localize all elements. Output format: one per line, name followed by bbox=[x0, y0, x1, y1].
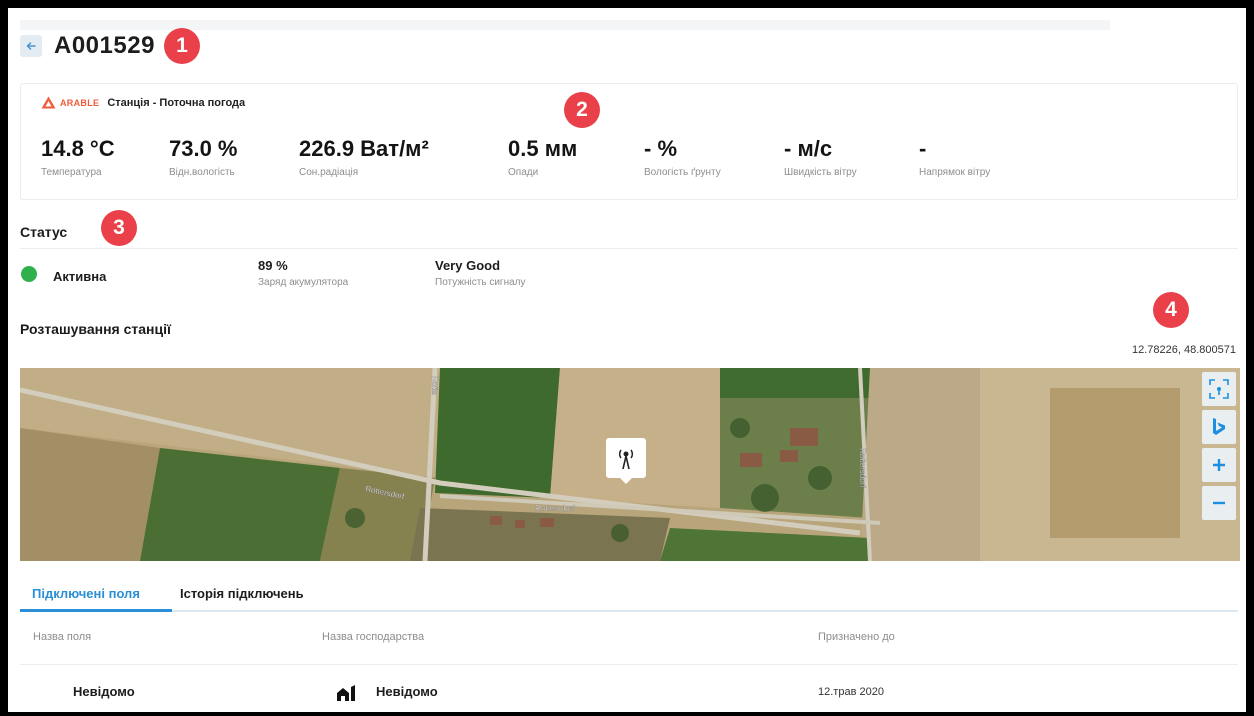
weather-card-header: ARABLE Станція - Поточна погода bbox=[41, 96, 245, 109]
cell-farm-name[interactable]: Невідомо bbox=[376, 684, 438, 699]
signal-label: Потужність сигналу bbox=[435, 277, 526, 288]
metric-value: - % bbox=[644, 136, 677, 161]
metric-value: 14.8 °C bbox=[41, 136, 115, 161]
callout-marker-4: 4 bbox=[1153, 292, 1189, 328]
callout-marker-2: 2 bbox=[564, 92, 600, 128]
tab-connected-fields[interactable]: Підключені поля bbox=[32, 586, 140, 601]
cell-assigned-date: 12.трав 2020 bbox=[818, 686, 884, 698]
cell-field-name[interactable]: Невідомо bbox=[73, 684, 135, 699]
station-pin[interactable] bbox=[606, 438, 646, 484]
zoom-in-icon bbox=[1213, 459, 1225, 471]
locate-button[interactable] bbox=[1202, 372, 1236, 406]
metric-temperature: 14.8 °C Температура bbox=[41, 136, 115, 178]
map-toolbar bbox=[1202, 372, 1236, 520]
metric-label: Температура bbox=[41, 167, 102, 178]
metric-value: 226.9 Ват/м² bbox=[299, 136, 429, 161]
road-label: Rottersdorf bbox=[535, 504, 575, 513]
locate-icon bbox=[1209, 379, 1229, 399]
metric-humidity: 73.0 % Відн.вологість bbox=[169, 136, 238, 178]
road-label: Rotte bbox=[430, 376, 439, 396]
metric-label: Швидкість вітру bbox=[784, 167, 857, 178]
page-header: A001529 bbox=[20, 30, 155, 62]
arrow-left-icon bbox=[26, 42, 36, 50]
metric-label: Напрямок вітру bbox=[919, 167, 991, 178]
station-coordinates: 12.78226, 48.800571 bbox=[1132, 344, 1236, 356]
metric-value: 73.0 % bbox=[169, 136, 238, 161]
battery-label: Заряд акумулятора bbox=[258, 277, 349, 288]
metric-value: - bbox=[919, 136, 927, 161]
metric-wind-direction: - Напрямок вітру bbox=[919, 136, 990, 178]
metric-label: Відн.вологість bbox=[169, 167, 235, 178]
column-header-farm: Назва господарства bbox=[322, 631, 425, 643]
antenna-icon bbox=[606, 438, 646, 484]
zoom-out-button[interactable] bbox=[1202, 486, 1236, 520]
weather-card-title: Станція - Поточна погода bbox=[107, 96, 246, 109]
station-map[interactable]: Rottersdorf Rottersdorf Rotte Rottersdor… bbox=[20, 368, 1240, 561]
metric-label: Вологість ґрунту bbox=[644, 167, 721, 178]
location-title: Розташування станції bbox=[20, 321, 171, 337]
weather-card: ARABLE Станція - Поточна погода 14.8 °C … bbox=[20, 83, 1238, 200]
metric-precipitation: 0.5 мм Опади bbox=[508, 136, 577, 178]
brand-name: ARABLE bbox=[60, 97, 100, 108]
signal-value: Very Good bbox=[435, 258, 501, 273]
status-dot bbox=[21, 266, 37, 282]
metric-wind-speed: - м/с Швидкість вітру bbox=[784, 136, 857, 178]
metric-value: - м/с bbox=[784, 136, 833, 161]
callout-marker-3: 3 bbox=[101, 210, 137, 246]
status-state: Активна bbox=[53, 269, 107, 284]
farm-icon bbox=[337, 685, 355, 701]
tab-connection-history[interactable]: Історія підключень bbox=[180, 586, 304, 601]
signal-stat: Very Good Потужність сигналу bbox=[435, 258, 526, 288]
table-header-divider bbox=[20, 664, 1238, 665]
metric-value: 0.5 мм bbox=[508, 136, 578, 161]
battery-stat: 89 % Заряд акумулятора bbox=[258, 258, 348, 288]
column-header-field: Назва поля bbox=[33, 631, 92, 643]
station-id: A001529 bbox=[54, 32, 155, 59]
road-label: Rottersdorf bbox=[858, 448, 867, 488]
bing-button[interactable] bbox=[1202, 410, 1236, 444]
metric-soil-moisture: - % Вологість ґрунту bbox=[644, 136, 721, 178]
column-header-assigned: Призначено до bbox=[818, 631, 895, 643]
arable-logo-icon bbox=[41, 96, 56, 109]
divider bbox=[20, 248, 1238, 249]
road-label: Rottersdorf bbox=[365, 484, 406, 501]
tab-bar: Підключені поля Історія підключень bbox=[20, 576, 1238, 612]
active-tab-indicator bbox=[20, 609, 172, 612]
metric-label: Опади bbox=[508, 167, 539, 178]
status-title: Статус bbox=[20, 224, 68, 240]
zoom-out-icon bbox=[1213, 501, 1225, 505]
zoom-in-button[interactable] bbox=[1202, 448, 1236, 482]
bing-icon bbox=[1213, 418, 1225, 435]
metric-solar-radiation: 226.9 Ват/м² Сон.радіація bbox=[299, 136, 429, 178]
metric-label: Сон.радіація bbox=[299, 167, 359, 178]
callout-marker-1: 1 bbox=[164, 28, 200, 64]
back-button[interactable] bbox=[20, 35, 42, 57]
battery-value: 89 % bbox=[258, 258, 288, 273]
app-window: A001529 1 ARABLE Станція - Поточна погод… bbox=[8, 8, 1246, 712]
